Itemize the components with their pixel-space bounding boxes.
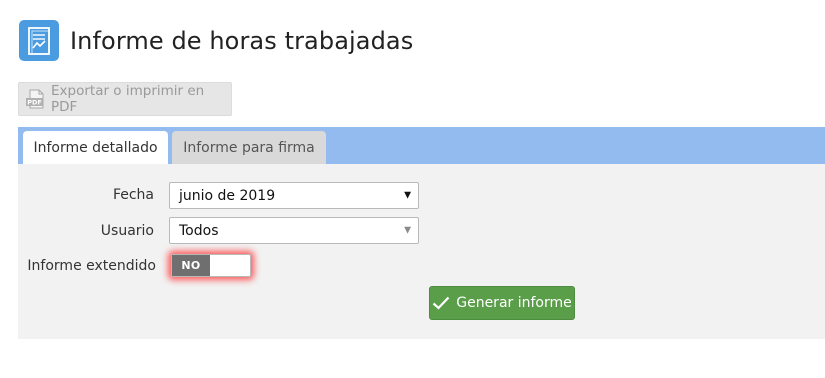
usuario-value: Todos bbox=[179, 222, 219, 239]
tab-informe-detallado[interactable]: Informe detallado bbox=[23, 131, 168, 164]
generate-report-label: Generar informe bbox=[456, 295, 572, 311]
fecha-value: junio de 2019 bbox=[179, 187, 276, 204]
tab-strip: Informe detallado Informe para firma bbox=[18, 127, 825, 164]
svg-text:PDF: PDF bbox=[27, 99, 42, 107]
export-pdf-button[interactable]: PDF Exportar o imprimir en PDF bbox=[18, 82, 232, 116]
page: Informe de horas trabajadas PDF Exportar… bbox=[0, 0, 825, 378]
chevron-down-icon: ▼ bbox=[404, 225, 411, 235]
chevron-down-icon: ▼ bbox=[404, 190, 411, 200]
generate-report-button[interactable]: Generar informe bbox=[429, 286, 575, 320]
informe-extendido-toggle[interactable]: NO bbox=[171, 254, 251, 277]
page-header: Informe de horas trabajadas bbox=[19, 20, 413, 61]
usuario-label: Usuario bbox=[100, 223, 154, 239]
tab-informe-para-firma[interactable]: Informe para firma bbox=[172, 131, 326, 164]
fecha-label: Fecha bbox=[112, 187, 154, 203]
report-chart-icon bbox=[19, 20, 59, 61]
report-form-panel: Fecha junio de 2019 ▼ Usuario Todos ▼ In… bbox=[18, 164, 825, 339]
export-pdf-label: Exportar o imprimir en PDF bbox=[51, 83, 205, 115]
page-title: Informe de horas trabajadas bbox=[70, 26, 414, 55]
usuario-select[interactable]: Todos ▼ bbox=[169, 217, 419, 244]
fecha-select[interactable]: junio de 2019 ▼ bbox=[169, 182, 419, 209]
checkmark-icon bbox=[432, 296, 450, 310]
toggle-state-label: NO bbox=[172, 255, 210, 276]
informe-extendido-label: Informe extendido bbox=[27, 258, 156, 274]
pdf-icon: PDF bbox=[25, 88, 47, 110]
